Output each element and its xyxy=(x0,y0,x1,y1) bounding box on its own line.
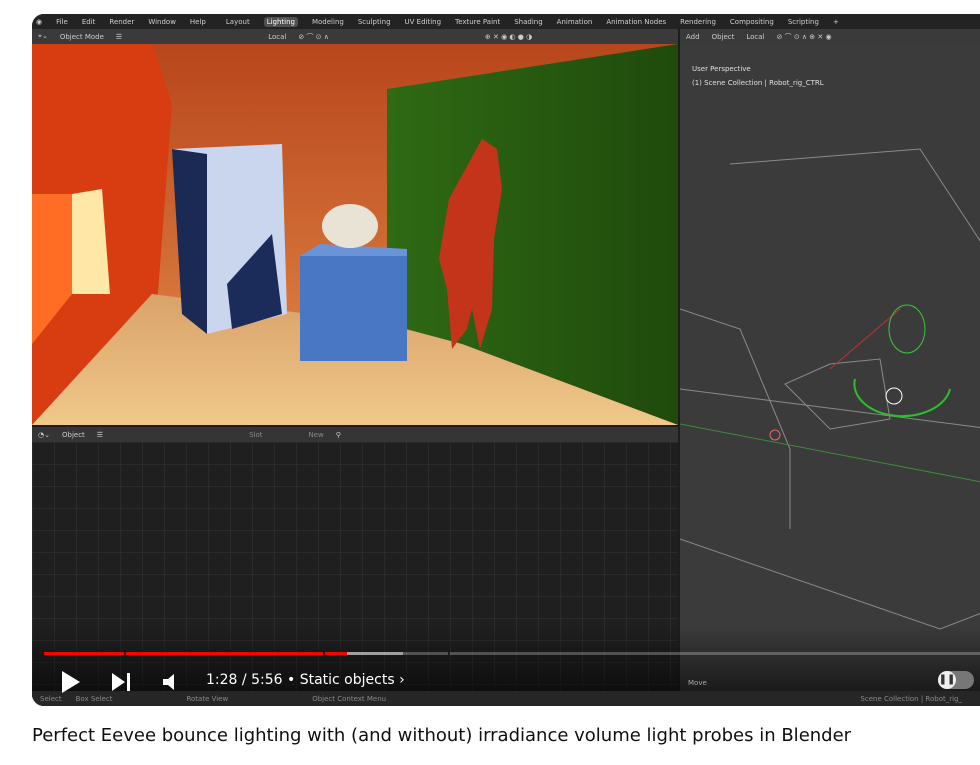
3d-viewport[interactable]: Add Object Local ⊘ ⌒ ⊙ ∧ ⊕ ✕ ◉ User Pers… xyxy=(680,29,980,691)
orientation-select: Local xyxy=(746,32,765,41)
volume-icon[interactable] xyxy=(162,673,182,691)
play-button[interactable] xyxy=(60,670,82,694)
tab-rendering: Rendering xyxy=(680,17,716,26)
gizmo-icons: ⊘ ⌒ ⊙ ∧ ⊕ ✕ ◉ xyxy=(776,32,832,41)
last-operator-panel: Move xyxy=(688,679,707,687)
video-title[interactable]: Perfect Eevee bounce lighting with (and … xyxy=(32,725,851,746)
menu-icon: ☰ xyxy=(96,430,104,439)
mode-select: Object Mode xyxy=(59,32,104,41)
pause-icon: ❚❚ xyxy=(938,671,956,689)
chapter-title[interactable]: Static objects xyxy=(300,672,395,688)
menu-render: Render xyxy=(109,17,135,26)
status-scene: Scene Collection | Robot_rig_ xyxy=(860,694,962,703)
render-viewport[interactable] xyxy=(32,44,678,425)
tab-modeling: Modeling xyxy=(311,17,344,26)
slot-select: Slot xyxy=(249,430,263,439)
menu-file: File xyxy=(56,17,68,26)
current-time: 1:28 xyxy=(206,672,238,688)
status-select: Select xyxy=(40,694,62,703)
chapter-marker xyxy=(448,652,450,655)
duration: 5:56 xyxy=(251,672,283,688)
tab-animation-nodes: Animation Nodes xyxy=(606,17,667,26)
snap-icon: ⊘ ⌒ ⊙ ∧ xyxy=(298,32,329,41)
time-separator: / xyxy=(241,672,247,688)
pin-icon: ⚲ xyxy=(335,430,341,439)
right-viewport-header: Add Object Local ⊘ ⌒ ⊙ ∧ ⊕ ✕ ◉ xyxy=(680,29,980,44)
tab-compositing: Compositing xyxy=(729,17,774,26)
left-viewport-header: ⌖⌄ Object Mode ☰ Local ⊘ ⌒ ⊙ ∧ ⊕ ✕ ◉ ◐ ●… xyxy=(32,29,678,44)
time-display: 1:28 / 5:56 • Static objects › xyxy=(206,672,405,688)
tab-layout: Layout xyxy=(225,17,250,26)
status-rotate-view: Rotate View xyxy=(186,694,229,703)
menu-window: Window xyxy=(148,17,176,26)
wireframe-scene xyxy=(680,148,980,630)
tab-sculpting: Sculpting xyxy=(357,17,391,26)
chapter-marker xyxy=(124,652,126,655)
menu-edit: Edit xyxy=(81,17,96,26)
new-button: New xyxy=(308,430,324,439)
object-select: Object xyxy=(61,430,85,439)
autoplay-toggle[interactable]: ❚❚ xyxy=(938,671,974,689)
editor-type-icon: ◔⌄ xyxy=(38,430,50,439)
object-menu: Object xyxy=(711,32,735,41)
status-box-select: Box Select xyxy=(75,694,113,703)
blender-logo-icon: ◉ xyxy=(36,17,43,26)
tab-uv-editing: UV Editing xyxy=(404,17,442,26)
shading-icons: ⊕ ✕ ◉ ◐ ● ◑ xyxy=(484,32,533,41)
collection-label: (1) Scene Collection | Robot_rig_CTRL xyxy=(692,79,824,87)
played-bar xyxy=(44,652,347,655)
menu-icon: ☰ xyxy=(115,32,123,41)
tab-lighting: Lighting xyxy=(263,16,298,27)
chevron-right-icon[interactable]: › xyxy=(399,672,405,688)
editor-type-icon: ⌖⌄ xyxy=(38,32,48,40)
orientation-select: Local xyxy=(268,32,287,41)
video-player[interactable]: ◉ File Edit Render Window Help Layout Li… xyxy=(32,14,980,706)
tab-animation: Animation xyxy=(556,17,593,26)
shader-editor[interactable] xyxy=(32,442,678,706)
chapter-marker xyxy=(323,652,325,655)
add-menu: Add xyxy=(686,32,700,41)
perspective-label: User Perspective xyxy=(692,65,751,73)
chapter-dot: • xyxy=(286,672,300,688)
rendered-scene xyxy=(32,44,678,425)
lower-editor-header: ◔⌄ Object ☰ Slot New ⚲ xyxy=(32,427,678,442)
progress-bar[interactable] xyxy=(44,652,980,655)
next-button[interactable] xyxy=(111,672,133,692)
status-context-menu: Object Context Menu xyxy=(312,694,387,703)
menu-help: Help xyxy=(189,17,206,26)
tab-scripting: Scripting xyxy=(787,17,819,26)
add-workspace: + xyxy=(832,17,839,26)
blender-statusbar: Select Box Select Rotate View Object Con… xyxy=(32,691,980,706)
tab-texture-paint: Texture Paint xyxy=(455,17,501,26)
blender-topbar: ◉ File Edit Render Window Help Layout Li… xyxy=(32,14,980,29)
tab-shading: Shading xyxy=(514,17,543,26)
